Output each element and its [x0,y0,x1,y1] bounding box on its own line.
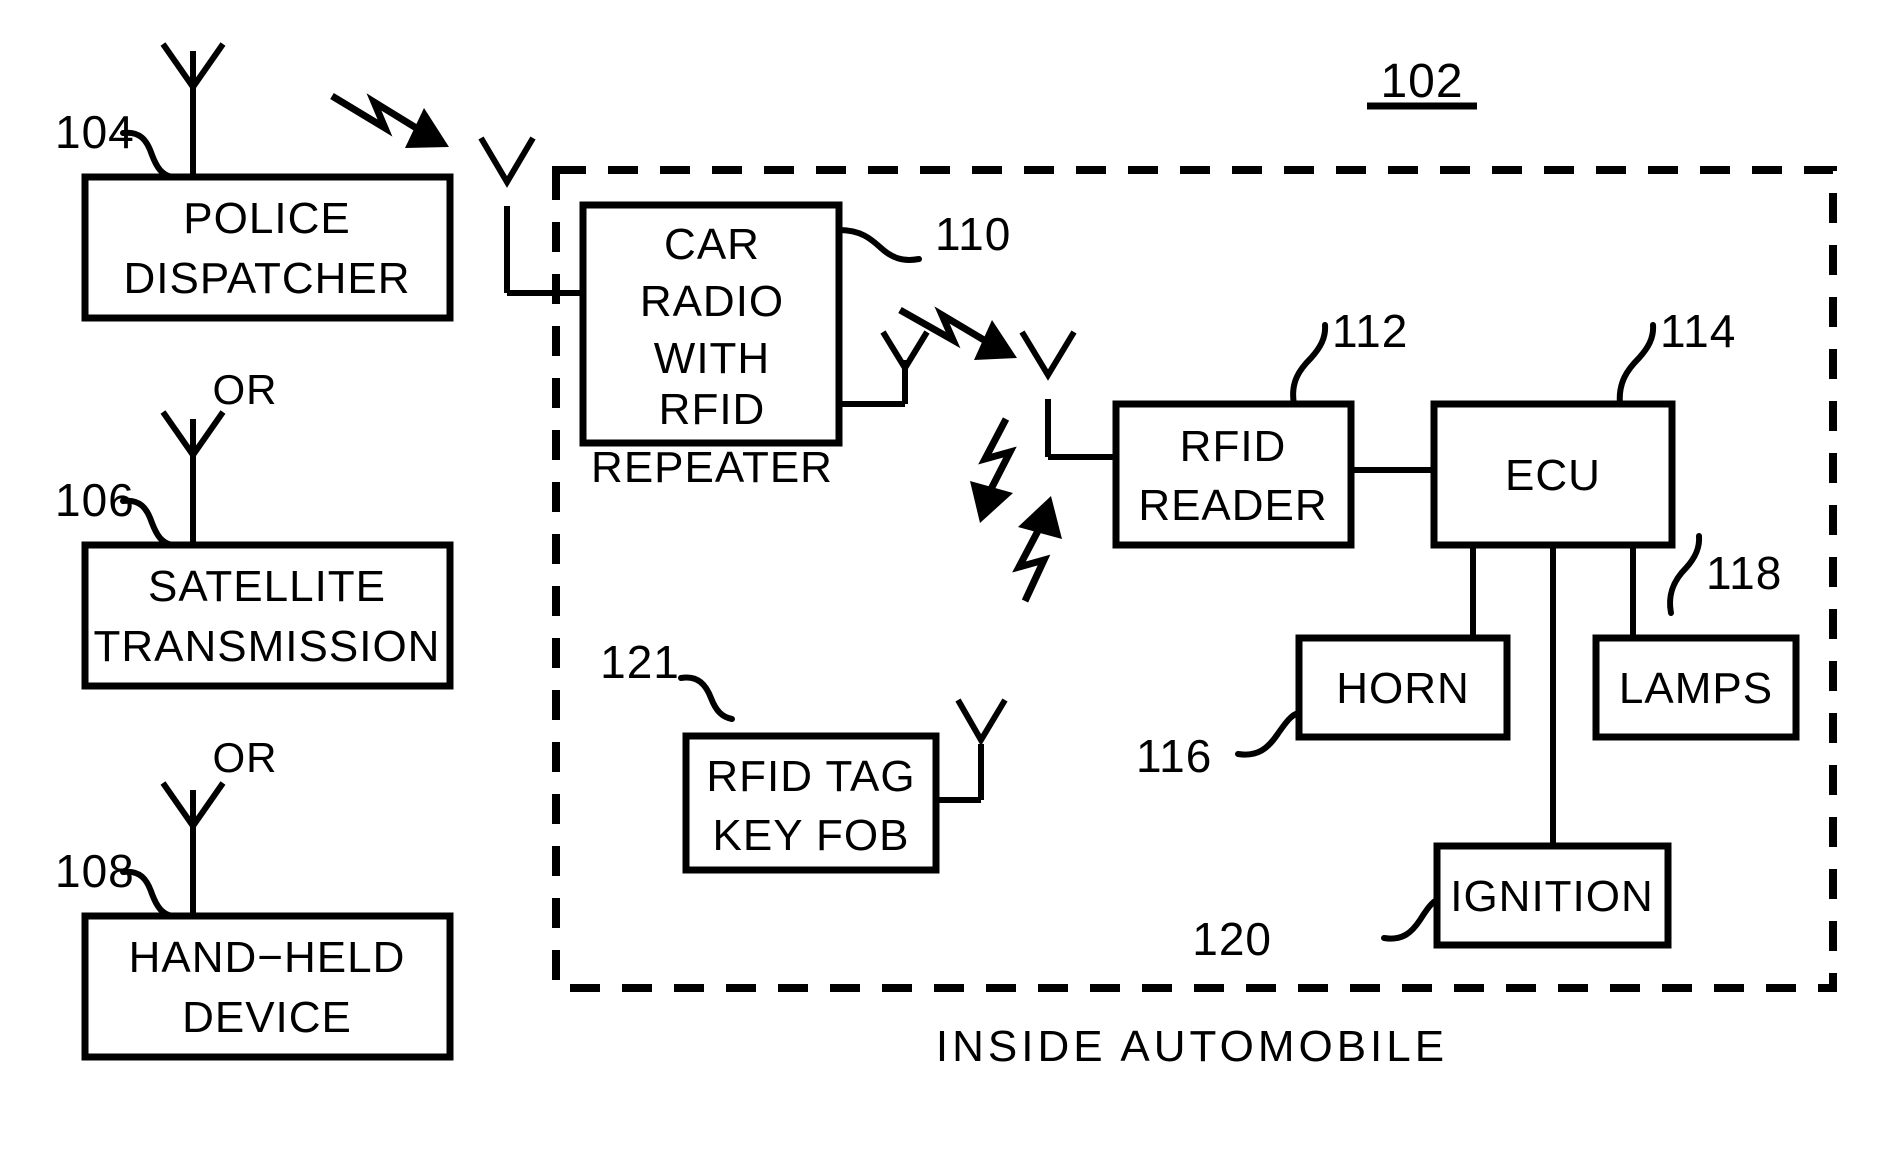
car-radio-leader [836,227,922,263]
car-external-antenna-icon [478,136,583,296]
diagram-canvas [81,42,1837,1061]
hand-held-device-antenna-icon [160,781,226,916]
lamps-box[interactable] [1592,634,1800,741]
ecu-box[interactable] [1430,400,1676,549]
horn-leader [1235,710,1302,758]
hand-held-device-box[interactable] [81,912,454,1061]
rfid-tag-key-fob-box[interactable] [682,732,940,874]
rf-signal-bolt-external [330,93,449,148]
ignition-leader [1381,897,1440,942]
satellite-transmission-leader [120,497,175,548]
rfid-tag-key-fob-antenna-icon [936,698,1008,803]
rf-signal-bolt-reader-to-tag [970,417,1017,523]
rf-signal-bolt-tag-to-reader [1012,496,1062,603]
rfid-reader-leader [1290,322,1329,407]
rfid-reader-box[interactable] [1112,400,1355,549]
police-dispatcher-box[interactable] [81,173,454,322]
patent-figure: 102 104 POLICE DISPATCHER OR 106 SATELLI… [0,0,1886,1157]
car-radio-box[interactable] [579,201,843,447]
ecu-leader [1616,322,1657,407]
police-dispatcher-leader [120,129,175,180]
rfid-tag-key-fob-leader [678,674,735,722]
car-radio-repeater-antenna-icon [839,330,930,407]
satellite-transmission-box[interactable] [81,541,454,690]
horn-box[interactable] [1295,634,1511,741]
inside-automobile-boundary [552,166,1837,992]
ignition-box[interactable] [1433,842,1672,949]
hand-held-device-leader [120,868,175,919]
satellite-transmission-antenna-icon [160,410,226,545]
rfid-reader-antenna-icon [1019,330,1116,460]
police-dispatcher-antenna-icon [160,42,226,177]
